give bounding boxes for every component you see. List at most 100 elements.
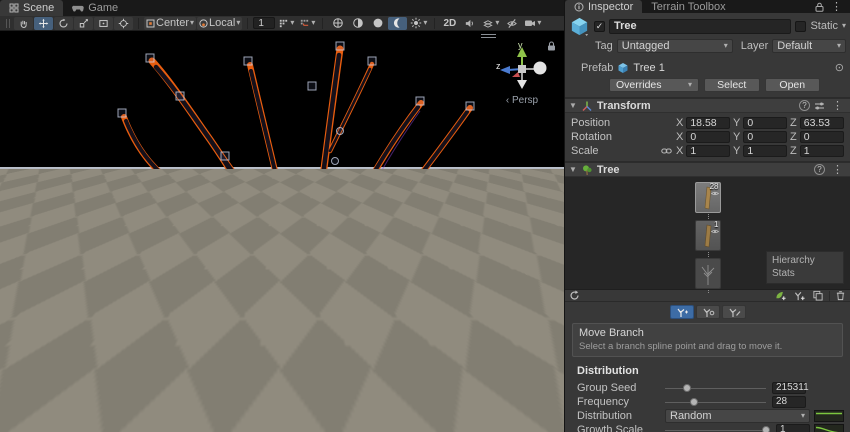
move-tool-button[interactable] xyxy=(34,17,53,30)
position-row: Position X18.58 Y0 Z63.53 xyxy=(571,116,844,129)
eye-icon[interactable] xyxy=(711,191,719,196)
gamepad-icon xyxy=(72,4,84,13)
frequency-value[interactable]: 28 xyxy=(772,396,806,408)
eye-icon[interactable] xyxy=(711,229,719,234)
scale-x-field[interactable]: 1 xyxy=(686,145,730,157)
lighting-dropdown[interactable]: ▾ xyxy=(408,17,429,30)
prefab-picker-icon[interactable]: ⊙ xyxy=(835,61,844,74)
branch-group-node[interactable]: 1 xyxy=(695,220,721,251)
audio-toggle-button[interactable] xyxy=(460,17,479,30)
scale-z-field[interactable]: 1 xyxy=(800,145,844,157)
info-icon xyxy=(574,2,584,12)
branch-group-node-selected[interactable]: 28 xyxy=(695,182,721,213)
frequency-slider[interactable] xyxy=(665,397,766,407)
refresh-icon[interactable] xyxy=(569,290,580,301)
unlit-mode-button[interactable] xyxy=(368,17,387,30)
prefab-open-button[interactable]: Open xyxy=(765,78,821,92)
increment-snap-dropdown[interactable]: ▾ xyxy=(297,17,317,30)
hidden-objects-button[interactable] xyxy=(502,17,521,30)
tree-hierarchy-canvas[interactable]: 28 1 Hierarchy Stats xyxy=(565,177,850,290)
distribution-dropdown[interactable]: Random▾ xyxy=(665,409,810,423)
grid-snap-dropdown[interactable]: ▾ xyxy=(276,17,296,30)
growth-scale-curve-preview[interactable] xyxy=(814,424,844,432)
position-y-field[interactable]: 0 xyxy=(743,117,787,129)
distribution-section: Distribution Group Seed 215311 Frequency… xyxy=(565,357,850,432)
scale-tool-button[interactable] xyxy=(74,17,93,30)
distribution-curve-preview[interactable] xyxy=(814,410,844,422)
position-x-field[interactable]: 18.58 xyxy=(686,117,730,129)
freehand-branch-tool-button[interactable] xyxy=(722,305,746,319)
growth-scale-slider[interactable] xyxy=(665,425,770,432)
tag-label: Tag xyxy=(595,40,613,52)
prefab-select-button[interactable]: Select xyxy=(704,78,760,92)
inspector-menu-button[interactable]: ⋮ xyxy=(828,0,850,13)
tree-root-node[interactable] xyxy=(695,258,721,289)
transform-tool-button[interactable] xyxy=(114,17,133,30)
foldout-icon[interactable]: ▼ xyxy=(569,165,577,174)
lock-icon xyxy=(815,2,824,12)
orientation-dropdown[interactable]: Local ▾ xyxy=(197,17,242,30)
shadow-mode-button[interactable] xyxy=(388,17,407,30)
growth-scale-value[interactable]: 1 xyxy=(776,424,810,432)
delete-node-icon[interactable] xyxy=(835,290,846,301)
rect-tool-button[interactable] xyxy=(94,17,113,30)
tab-inspector-label: Inspector xyxy=(588,1,633,13)
kebab-icon[interactable]: ⋮ xyxy=(829,99,846,112)
layer-dropdown[interactable]: Default▾ xyxy=(772,39,846,53)
layer-value: Default xyxy=(777,40,834,52)
prefab-name[interactable]: Tree 1 xyxy=(633,62,830,74)
scene-viewport[interactable]: y z ‹ Persp xyxy=(0,31,564,432)
wireframe-mode-button[interactable] xyxy=(348,17,367,30)
static-dropdown-icon[interactable]: ▾ xyxy=(842,22,846,30)
caret-down-icon: ▾ xyxy=(837,42,841,50)
tree-component-title: Tree xyxy=(597,164,810,176)
effects-dropdown[interactable]: ▾ xyxy=(480,17,501,30)
active-checkbox[interactable]: ✓ xyxy=(594,21,605,32)
rotation-z-field[interactable]: 0 xyxy=(800,131,844,143)
tab-terrain-label: Terrain Toolbox xyxy=(651,1,725,13)
transform-header[interactable]: ▼ Transform ? ⋮ xyxy=(565,98,850,113)
inspector-lock-button[interactable] xyxy=(811,0,828,13)
scale-y-field[interactable]: 1 xyxy=(743,145,787,157)
overrides-dropdown[interactable]: Overrides▾ xyxy=(609,78,699,92)
duplicate-node-icon[interactable] xyxy=(812,290,824,301)
tab-terrain-toolbox[interactable]: Terrain Toolbox xyxy=(642,0,734,13)
2d-toggle-button[interactable]: 2D xyxy=(440,17,459,30)
tree-component-header[interactable]: ▼ Tree ? ⋮ xyxy=(565,162,850,177)
move-branch-tool-button[interactable] xyxy=(670,305,694,319)
tab-inspector[interactable]: Inspector xyxy=(565,0,642,13)
gameobject-name-field[interactable]: Tree xyxy=(609,19,791,34)
static-checkbox[interactable] xyxy=(795,21,806,32)
rotation-y-field[interactable]: 0 xyxy=(743,131,787,143)
hand-tool-button[interactable] xyxy=(14,17,33,30)
pivot-mode-dropdown[interactable]: Center ▾ xyxy=(144,17,196,30)
presets-icon[interactable] xyxy=(814,101,825,111)
group-seed-slider[interactable] xyxy=(665,383,766,393)
toolbar-drag-handle[interactable] xyxy=(6,19,10,28)
tree-object[interactable] xyxy=(0,31,564,432)
tool-info-description: Select a branch spline point and drag to… xyxy=(579,341,836,352)
camera-dropdown[interactable]: ▾ xyxy=(522,17,543,30)
add-leaf-group-icon[interactable] xyxy=(774,290,788,301)
perspective-toggle[interactable]: ‹ Persp xyxy=(486,95,558,106)
scale-link-icon[interactable] xyxy=(659,147,673,155)
snap-increment-field[interactable]: 1 xyxy=(253,17,275,29)
gizmo-lock-icon[interactable] xyxy=(547,41,556,51)
shaded-mode-button[interactable] xyxy=(328,17,347,30)
tag-dropdown[interactable]: Untagged▾ xyxy=(617,39,733,53)
gameobject-cube-icon[interactable] xyxy=(569,16,590,37)
foldout-icon[interactable]: ▼ xyxy=(569,101,577,110)
kebab-icon[interactable]: ⋮ xyxy=(829,163,846,176)
caret-down-icon: ▾ xyxy=(423,19,427,27)
rotate-tool-button[interactable] xyxy=(54,17,73,30)
help-icon[interactable]: ? xyxy=(799,100,810,111)
position-z-field[interactable]: 63.53 xyxy=(800,117,844,129)
add-branch-group-icon[interactable] xyxy=(793,290,807,301)
tab-scene[interactable]: Scene xyxy=(0,0,63,16)
tab-game[interactable]: Game xyxy=(63,0,127,16)
caret-down-icon: ▾ xyxy=(290,19,294,27)
rotation-x-field[interactable]: 0 xyxy=(686,131,730,143)
help-icon[interactable]: ? xyxy=(814,164,825,175)
group-seed-value[interactable]: 215311 xyxy=(772,382,806,394)
rotate-branch-tool-button[interactable] xyxy=(696,305,720,319)
